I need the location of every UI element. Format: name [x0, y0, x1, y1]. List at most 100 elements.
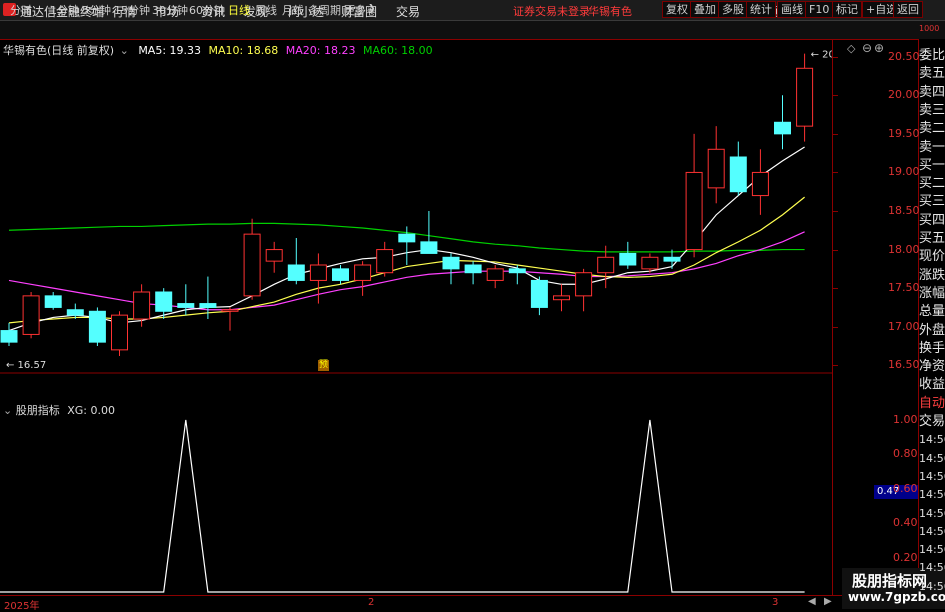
legend-ma10: MA10: 18.68: [208, 44, 279, 57]
candle-body-up: [575, 272, 593, 297]
period-more[interactable]: 更多: [344, 2, 366, 18]
candle-body-up: [265, 249, 283, 262]
candle: [530, 276, 548, 316]
sidebar-item[interactable]: 14:56: [919, 486, 945, 503]
sidebar-item[interactable]: 买三: [919, 193, 945, 210]
sidebar-item[interactable]: 卖三: [919, 102, 945, 119]
sidebar-item[interactable]: 14:56: [919, 559, 945, 576]
candle-body-up: [597, 256, 615, 274]
period-daily[interactable]: 日线: [228, 2, 250, 18]
menu-jiaoyi[interactable]: 交易: [396, 3, 420, 20]
sidebar-item[interactable]: 涨跌: [919, 267, 945, 284]
low-price-label: ← 16.57: [6, 360, 46, 371]
period-1min[interactable]: 1分钟: [50, 2, 79, 18]
period-weekly[interactable]: 周线: [255, 2, 277, 18]
sidebar-item[interactable]: 收益: [919, 376, 945, 393]
f10-button[interactable]: F10: [805, 1, 834, 18]
candle-body-down: [774, 121, 791, 135]
duogu-button[interactable]: 多股: [718, 1, 748, 18]
sidebar-item[interactable]: 卖一: [919, 139, 945, 156]
more-chevron-icon[interactable]: ❯: [368, 4, 376, 14]
period-fenshi[interactable]: 分时: [10, 2, 32, 18]
candle-body-up: [685, 171, 703, 251]
candle-body-down: [177, 303, 195, 308]
sidebar-item[interactable]: 买二: [919, 175, 945, 192]
sidebar-item[interactable]: 委比: [919, 47, 945, 64]
legend-chevron-icon[interactable]: ⌄: [120, 44, 129, 57]
sidebar-item[interactable]: 交易: [919, 413, 945, 430]
candle: [707, 126, 725, 204]
candle: [332, 265, 349, 285]
price-tick-mark: [833, 365, 838, 367]
sidebar-item[interactable]: 卖二: [919, 120, 945, 137]
period-30min[interactable]: 30分钟: [152, 2, 188, 18]
period-5min[interactable]: 5分钟: [82, 2, 111, 18]
price-tick-label: 20.50: [888, 49, 920, 63]
legend-ma20: MA20: 18.23: [285, 44, 356, 57]
indicator-chevron-icon[interactable]: ⌄: [3, 404, 12, 417]
sidebar-item[interactable]: 14:56: [919, 468, 945, 485]
scroll-right-icon[interactable]: ▶: [824, 596, 832, 607]
sidebar-item[interactable]: 买五: [919, 230, 945, 247]
sidebar-item[interactable]: 买一: [919, 157, 945, 174]
sidebar-scale-label: 1000: [919, 24, 940, 33]
candle-body-down: [88, 310, 106, 343]
sidebar-item[interactable]: 14:56: [919, 505, 945, 522]
legend-ma60: MA60: 18.00: [362, 44, 433, 57]
sidebar-item[interactable]: 14:56: [919, 523, 945, 540]
sidebar-item[interactable]: 涨幅: [919, 285, 945, 302]
period-monthly[interactable]: 月线: [282, 2, 304, 18]
candle-body-down: [155, 291, 173, 312]
price-tick-label: 17.50: [888, 281, 920, 295]
kline-chart[interactable]: ← 20.54 ← 16.57: [0, 39, 832, 599]
sidebar-item[interactable]: 总量: [919, 303, 945, 320]
sidebar-item[interactable]: 自动: [919, 395, 945, 412]
candle-body-up: [486, 268, 504, 281]
candle-body-down: [729, 156, 747, 193]
candle: [133, 284, 151, 327]
sidebar-item[interactable]: 买四: [919, 212, 945, 229]
candle: [287, 238, 305, 285]
sidebar-item[interactable]: 卖四: [919, 84, 945, 101]
sidebar-item[interactable]: 14:56: [919, 541, 945, 558]
candle-body-up: [22, 295, 40, 335]
price-axis: [832, 39, 919, 595]
price-tick-mark: [833, 288, 838, 290]
sidebar-item[interactable]: 外盘: [919, 322, 945, 339]
candle-body-down: [619, 252, 637, 266]
period-multi[interactable]: 多周期: [308, 2, 341, 18]
candle-body-up: [751, 171, 769, 197]
sidebar-item[interactable]: 14:56: [919, 431, 945, 448]
sidebar-item[interactable]: 现价: [919, 248, 945, 265]
indicator-tick-label: 0.80: [893, 447, 918, 461]
sidebar-item[interactable]: 净资: [919, 358, 945, 375]
biaoji-button[interactable]: 标记: [832, 1, 862, 18]
scroll-left-icon[interactable]: ◀: [808, 596, 816, 607]
current-stock-name: 华锡有色: [588, 5, 632, 18]
legend-title: 华锡有色(日线 前复权): [3, 44, 115, 57]
period-15min[interactable]: 15分钟: [114, 2, 150, 18]
diejia-button[interactable]: 叠加: [690, 1, 720, 18]
forecast-badge[interactable]: 预: [318, 360, 329, 371]
sidebar-item[interactable]: 卖五: [919, 65, 945, 82]
candle-body-down: [530, 279, 548, 308]
tongji-button[interactable]: 统计: [746, 1, 776, 18]
candle-body-up: [133, 291, 151, 320]
candle: [575, 268, 593, 312]
sidebar-item[interactable]: 14:56: [919, 578, 945, 595]
candle: [243, 218, 261, 300]
huaxian-button[interactable]: 画线: [777, 1, 807, 18]
sidebar-item[interactable]: 14:56: [919, 450, 945, 467]
candle: [729, 141, 747, 196]
xlabel-feb: 2: [368, 597, 375, 608]
xlabel-year: 2025年: [4, 601, 40, 612]
price-tick-mark: [833, 133, 838, 135]
candle-body-up: [309, 264, 327, 281]
sidebar-item[interactable]: 换手: [919, 340, 945, 357]
back-button[interactable]: 返回: [893, 1, 923, 18]
candle-body-down: [332, 268, 349, 281]
price-tick-label: 16.50: [888, 358, 920, 372]
login-notice[interactable]: 证券交易未登录: [513, 3, 590, 19]
period-60min[interactable]: 60分钟: [189, 2, 225, 18]
fuquan-button[interactable]: 复权: [662, 1, 692, 18]
